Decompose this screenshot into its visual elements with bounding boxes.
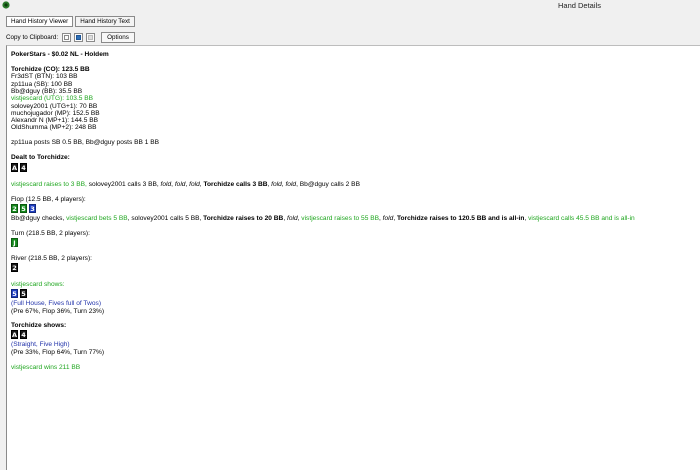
tab-hand-history-text[interactable]: Hand History Text — [75, 16, 135, 27]
flop-cards: 2 5 3 — [11, 204, 38, 213]
hero-shows-label: Torchidze shows: — [11, 322, 67, 329]
app-icon — [2, 1, 10, 9]
playing-card: 5 — [20, 204, 27, 213]
copy-image-icon — [88, 34, 94, 40]
playing-card: 3 — [29, 204, 36, 213]
playing-card: J — [11, 238, 18, 247]
playing-card: 4 — [20, 163, 27, 172]
hero-equity: (Pre 33%, Flop 64%, Turn 77%) — [11, 348, 105, 356]
copy-forum-icon — [76, 34, 82, 40]
options-button[interactable]: Options — [101, 31, 135, 43]
playing-card: 5 — [20, 289, 27, 298]
copy-image-button[interactable] — [86, 32, 96, 42]
villain-equity: (Pre 67%, Flop 36%, Turn 23%) — [11, 307, 105, 315]
hand-header: PokerStars - $0.02 NL - Holdem — [11, 51, 109, 58]
river-card: 2 — [11, 263, 20, 272]
playing-card: 2 — [11, 263, 18, 272]
playing-card: 2 — [11, 204, 18, 213]
flop-label: Flop (12.5 BB, 4 players): — [11, 196, 86, 203]
blinds-line: zp11ua posts SB 0.5 BB, Bb@dguy posts BB… — [11, 139, 160, 146]
hero-hole-cards: A 4 — [11, 163, 29, 172]
copy-text-icon — [64, 34, 70, 40]
toolbar: Copy to Clipboard: Options — [6, 31, 135, 43]
hero-show-cards: A 4 — [11, 330, 29, 339]
hand-history-panel[interactable]: PokerStars - $0.02 NL - Holdem Torchidze… — [6, 45, 700, 470]
flop-action: Bb@dguy checks, vistjescard bets 5 BB, s… — [11, 215, 635, 222]
preflop-action: vistjescard raises to 3 BB, solovey2001 … — [11, 181, 360, 188]
playing-card: A — [11, 163, 18, 172]
tab-bar: Hand History Viewer Hand History Text — [6, 16, 137, 27]
player-seat: OldShumma (MP+2): 248 BB — [11, 124, 97, 132]
playing-card: 5 — [11, 289, 18, 298]
dealt-label: Dealt to Torchidze: — [11, 154, 70, 161]
turn-card: J — [11, 238, 20, 247]
window-title: Hand Details — [558, 1, 601, 10]
copy-text-button[interactable] — [62, 32, 72, 42]
villain-shows-label: vistjescard shows: — [11, 281, 65, 288]
tab-hand-history-viewer[interactable]: Hand History Viewer — [6, 16, 74, 27]
winner-line: vistjescard wins 211 BB — [11, 364, 81, 371]
title-bar: Hand Details — [0, 0, 700, 11]
turn-label: Turn (218.5 BB, 2 players): — [11, 230, 90, 237]
copy-to-clipboard-label: Copy to Clipboard: — [6, 33, 59, 41]
villain-cards: 5 5 — [11, 289, 29, 298]
playing-card: 4 — [20, 330, 27, 339]
river-label: River (218.5 BB, 2 players): — [11, 255, 92, 262]
copy-forum-button[interactable] — [74, 32, 84, 42]
playing-card: A — [11, 330, 18, 339]
